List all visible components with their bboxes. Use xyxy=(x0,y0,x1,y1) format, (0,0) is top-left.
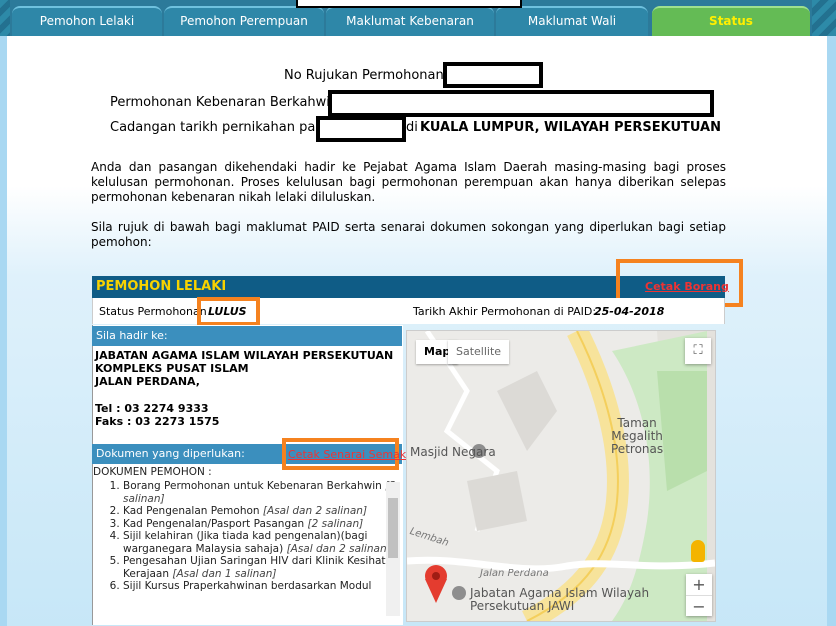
address-line: JABATAN AGAMA ISLAM WILAYAH PERSEKUTUAN xyxy=(95,349,394,362)
pegman-icon[interactable] xyxy=(691,540,705,562)
tab-maklumat-kebenaran[interactable]: Maklumat Kebenaran xyxy=(326,6,494,36)
deadline-label: Tarikh Akhir Permohonan di PAID: xyxy=(413,305,597,318)
map-label-jalan-perdana: Jalan Perdana xyxy=(480,568,549,579)
deadline-value: 25-04-2018 xyxy=(594,305,665,318)
status-badge: LULUS xyxy=(208,305,247,318)
redacted-date xyxy=(316,116,406,142)
list-item: Sijil kelahiran (Jika tiada kad pengenal… xyxy=(123,530,408,555)
telephone: Tel : 03 2274 9333 xyxy=(95,402,209,415)
list-item: Kad Pengenalan Pemohon [Asal dan 2 salin… xyxy=(123,505,408,518)
docs-title: DOKUMEN PEMOHON : xyxy=(93,466,212,478)
list-item: Borang Permohonan untuk Kebenaran Berkah… xyxy=(123,480,408,505)
zoom-out-button[interactable]: − xyxy=(686,595,712,617)
tab-pemohon-perempuan[interactable]: Pemohon Perempuan xyxy=(164,6,324,36)
instruction-paragraph: Anda dan pasangan dikehendaki hadir ke P… xyxy=(91,160,726,204)
map-label-masjid: Masjid Negara xyxy=(410,445,496,459)
map-drawing xyxy=(407,331,715,621)
print-checklist-link[interactable]: Cetak Senarai Semak xyxy=(288,448,406,461)
permission-label: Permohonan Kebenaran Berkahwin xyxy=(110,95,339,110)
tab-pemohon-lelaki[interactable]: Pemohon Lelaki xyxy=(12,6,162,36)
reference-label: No Rujukan Permohonan: xyxy=(284,68,449,83)
zoom-in-button[interactable]: + xyxy=(686,574,712,595)
tab-bar-decoration-left xyxy=(0,0,10,36)
list-item: Sijil Kursus Praperkahwinan berdasarkan … xyxy=(123,580,408,593)
tab-bar-decoration-right xyxy=(812,0,836,36)
section-title: PEMOHON LELAKI xyxy=(96,279,227,294)
redacted-header-box xyxy=(296,0,522,8)
map-label: Persekutuan JAWI xyxy=(470,599,575,613)
map-tab-satellite[interactable]: Satellite xyxy=(448,340,510,364)
fax: Faks : 03 2273 1575 xyxy=(95,415,220,428)
map-label: Petronas xyxy=(611,442,664,456)
redacted-names xyxy=(328,90,714,117)
address-line: JALAN PERDANA, xyxy=(95,375,200,388)
print-form-link[interactable]: Cetak Borang xyxy=(645,280,729,293)
status-label: Status Permohonan xyxy=(99,305,207,318)
reference-paragraph: Sila rujuk di bawah bagi maklumat PAID s… xyxy=(91,220,726,249)
document-list: Borang Permohonan untuk Kebenaran Berkah… xyxy=(95,480,408,593)
redacted-reference xyxy=(443,62,543,88)
zoom-control: + − xyxy=(686,574,712,616)
map-label-jawi: Jabatan Agama Islam Wilayah Persekutuan … xyxy=(470,587,649,613)
list-item: Pengesahan Ujian Saringan HIV dari Klini… xyxy=(123,555,408,580)
scrollbar-thumb[interactable] xyxy=(388,498,398,558)
tab-maklumat-wali[interactable]: Maklumat Wali xyxy=(496,6,648,36)
attend-heading: Sila hadir ke: xyxy=(92,326,402,346)
date-label: Cadangan tarikh pernikahan pada xyxy=(110,120,332,135)
location-prefix: di xyxy=(406,120,418,135)
fullscreen-icon[interactable]: ⛶ xyxy=(685,338,711,364)
address-line: KOMPLEKS PUSAT ISLAM xyxy=(95,362,249,375)
map-label-petronas-park: Taman Megalith Petronas xyxy=(611,417,663,456)
location-map[interactable] xyxy=(406,330,716,622)
list-item: Kad Pengenalan/Pasport Pasangan [2 salin… xyxy=(123,518,408,531)
tab-status[interactable]: Status xyxy=(652,6,810,36)
marriage-location: KUALA LUMPUR, WILAYAH PERSEKUTUAN xyxy=(420,120,721,135)
